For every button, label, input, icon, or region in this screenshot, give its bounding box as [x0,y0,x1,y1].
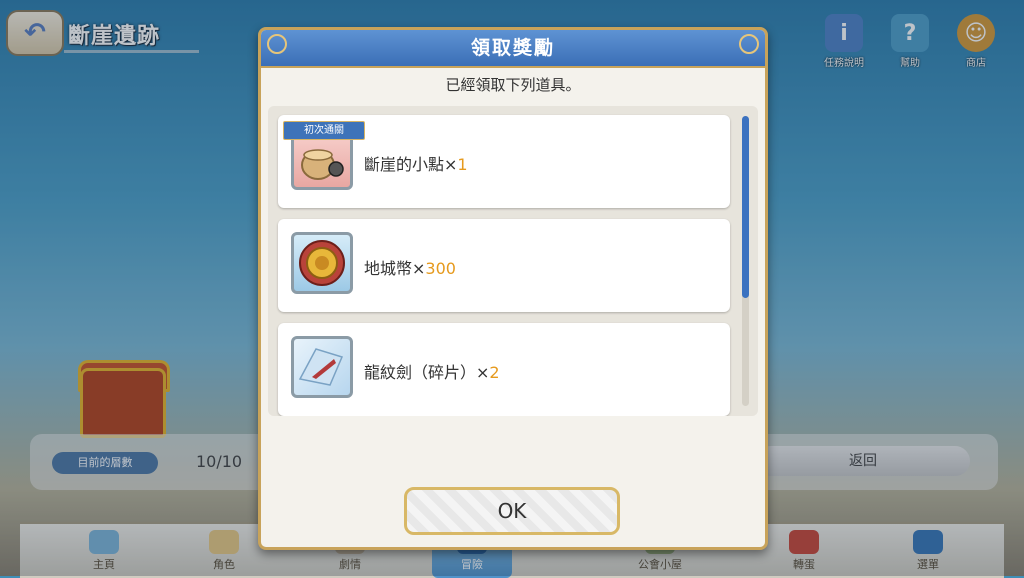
dragon-sword-shard-icon [291,336,353,398]
item-quantity: 1 [457,155,468,174]
item-label: 地城幣×300 [364,259,456,278]
item-label: 斷崖的小點×1 [364,155,468,174]
reward-dialog: 領取獎勵 已經領取下列道具。 初次通關 斷崖的小點×1 地城幣×300 龍紋劍（… [258,27,768,550]
item-quantity: 2 [489,363,500,382]
dialog-title: 領取獎勵 [261,30,765,68]
ornament-left [267,34,287,54]
dungeon-coin-icon [291,232,353,294]
ok-button[interactable]: OK [404,487,620,535]
item-quantity: 300 [425,259,456,278]
item-label: 龍紋劍（碎片）×2 [364,363,500,382]
scrollbar-thumb[interactable] [742,116,749,298]
reward-item: 初次通關 斷崖的小點×1 [278,115,730,208]
ornament-right [739,34,759,54]
dialog-subtitle: 已經領取下列道具。 [445,76,581,94]
first-clear-badge: 初次通關 [283,121,365,140]
reward-item: 地城幣×300 [278,219,730,312]
reward-list[interactable]: 初次通關 斷崖的小點×1 地城幣×300 龍紋劍（碎片）×2 [268,106,758,416]
reward-item: 龍紋劍（碎片）×2 [278,323,730,416]
